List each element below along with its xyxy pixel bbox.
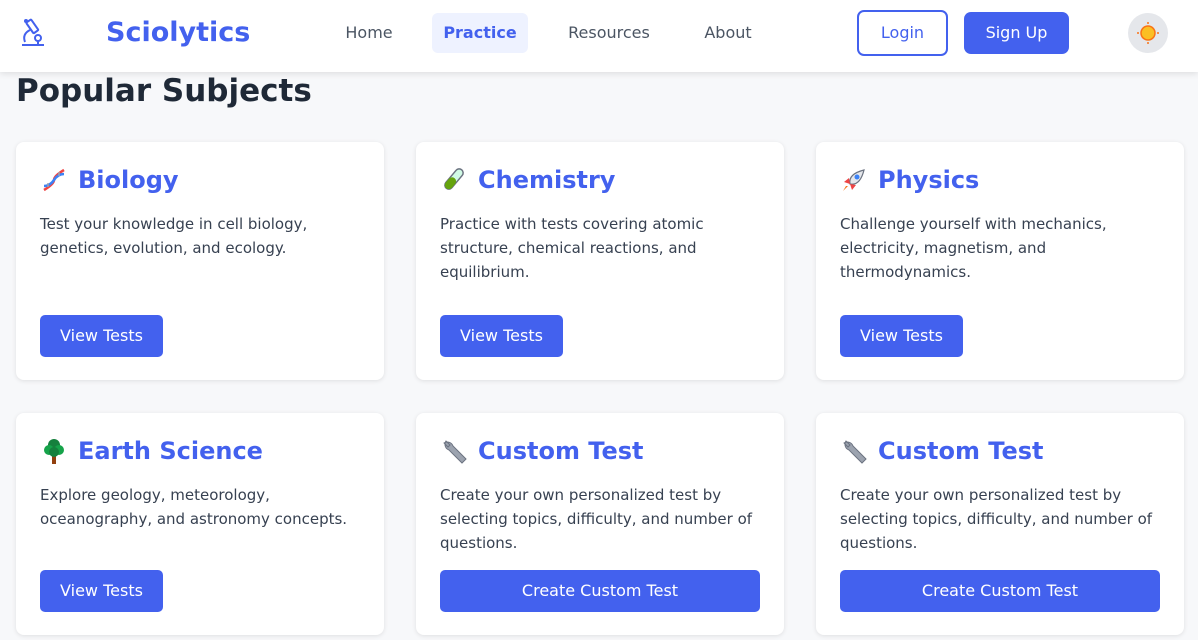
card-description: Create your own personalized test by sel… — [440, 486, 753, 552]
card-description: Explore geology, meteorology, oceanograp… — [40, 486, 348, 528]
theme-toggle-button[interactable] — [1128, 13, 1168, 53]
subject-card-chemistry: Chemistry Practice with tests covering a… — [416, 142, 784, 380]
top-navbar: Sciolytics Home Practice Resources About… — [0, 0, 1198, 72]
subject-card-earth-science: Earth Science Explore geology, meteorolo… — [16, 413, 384, 635]
wrench-icon — [840, 437, 870, 465]
card-title: Chemistry — [478, 166, 616, 194]
signup-button[interactable]: Sign Up — [964, 12, 1069, 54]
view-tests-button[interactable]: View Tests — [440, 315, 563, 357]
subject-card-biology: Biology Test your knowledge in cell biol… — [16, 142, 384, 380]
subject-card-physics: Physics Challenge yourself with mechanic… — [816, 142, 1184, 380]
rocket-icon — [840, 166, 870, 194]
custom-test-card: Custom Test Create your own personalized… — [816, 413, 1184, 635]
create-custom-test-button[interactable]: Create Custom Test — [440, 570, 760, 612]
nav-link-home[interactable]: Home — [331, 13, 407, 53]
section-title: Popular Subjects — [16, 73, 312, 109]
card-title: Biology — [78, 166, 179, 194]
create-custom-test-button[interactable]: Create Custom Test — [840, 570, 1160, 612]
card-description: Test your knowledge in cell biology, gen… — [40, 215, 308, 257]
card-description: Challenge yourself with mechanics, elect… — [840, 215, 1107, 281]
card-title: Custom Test — [878, 437, 1044, 465]
dna-icon — [40, 166, 70, 194]
view-tests-button[interactable]: View Tests — [840, 315, 963, 357]
card-title: Custom Test — [478, 437, 644, 465]
card-description: Practice with tests covering atomic stru… — [440, 215, 704, 281]
microscope-icon[interactable] — [16, 16, 48, 48]
wrench-icon — [440, 437, 470, 465]
card-title: Earth Science — [78, 437, 263, 465]
nav-link-resources[interactable]: Resources — [555, 13, 663, 53]
nav-link-about[interactable]: About — [691, 13, 765, 53]
tree-icon — [40, 437, 70, 465]
view-tests-button[interactable]: View Tests — [40, 315, 163, 357]
test-tube-icon — [440, 166, 470, 194]
view-tests-button[interactable]: View Tests — [40, 570, 163, 612]
brand-name[interactable]: Sciolytics — [106, 16, 250, 50]
card-title: Physics — [878, 166, 980, 194]
custom-test-card: Custom Test Create your own personalized… — [416, 413, 784, 635]
nav-link-practice[interactable]: Practice — [432, 13, 528, 53]
card-description: Create your own personalized test by sel… — [840, 486, 1153, 552]
login-button[interactable]: Login — [857, 10, 948, 56]
sun-icon — [1137, 22, 1159, 44]
